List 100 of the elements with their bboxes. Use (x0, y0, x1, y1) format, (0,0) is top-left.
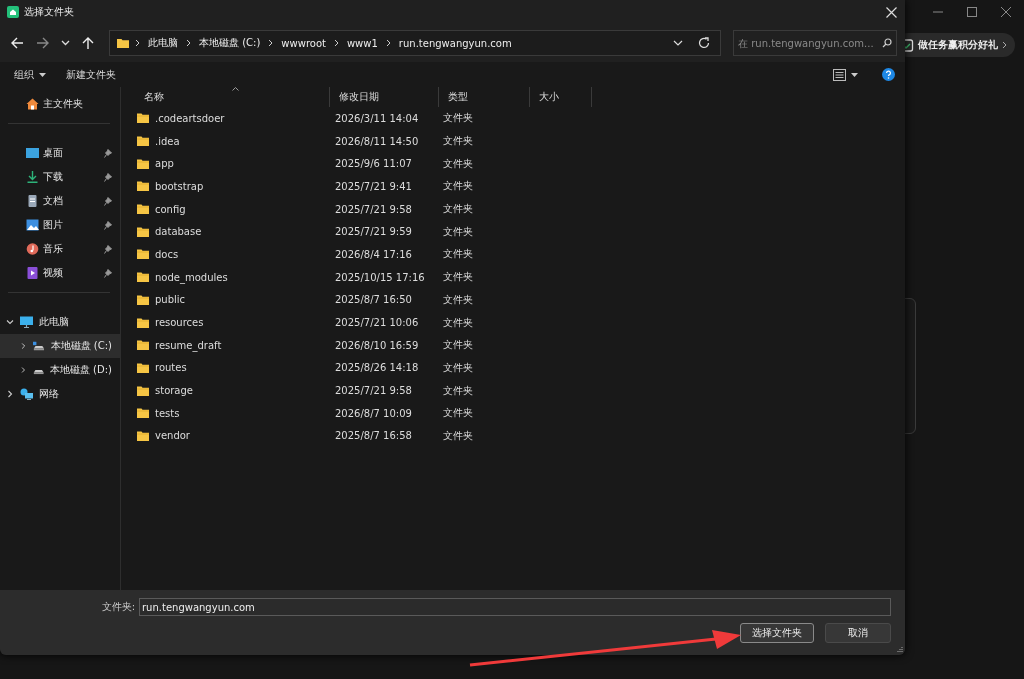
quick-access-item[interactable]: 桌面 (0, 141, 120, 165)
new-folder-button[interactable]: 新建文件夹 (58, 65, 124, 84)
tree-item[interactable]: 本地磁盘 (C:) (0, 334, 120, 358)
chevron-icon (384, 39, 392, 47)
folder-icon (137, 181, 149, 192)
folder-name-field[interactable]: run.tengwangyun.com (139, 598, 891, 616)
pin-icon[interactable] (104, 220, 112, 230)
file-name: routes (155, 362, 187, 374)
file-row[interactable]: database 2025/7/21 9:59 文件夹 (135, 220, 905, 244)
date-cell: 2026/8/10 16:59 (335, 339, 419, 351)
expander-icon[interactable] (20, 366, 27, 374)
computer-icon (20, 316, 33, 328)
pin-icon[interactable] (104, 244, 112, 254)
file-row[interactable]: docs 2026/8/4 17:16 文件夹 (135, 243, 905, 266)
chevron-icon (267, 39, 275, 47)
folder-icon (137, 294, 149, 305)
expander-icon[interactable] (6, 390, 14, 398)
address-bar[interactable]: 此电脑 本地磁盘 (C:) wwwroot www1 run.tengwangyun.com (109, 30, 721, 56)
date-cell: 2025/8/7 16:58 (335, 430, 412, 442)
file-row[interactable]: public 2025/8/7 16:50 文件夹 (135, 288, 905, 312)
file-name: config (155, 203, 186, 215)
chevron-icon (185, 39, 192, 47)
breadcrumb[interactable]: wwwroot (279, 37, 328, 49)
network-icon (20, 388, 33, 400)
tree-item[interactable]: 本地磁盘 (D:) (0, 358, 120, 382)
file-row[interactable]: .idea 2026/8/11 14:50 文件夹 (135, 129, 905, 153)
file-name: .codeartsdoer (155, 112, 225, 124)
maximize-icon[interactable] (967, 7, 977, 17)
help-icon[interactable] (882, 68, 895, 81)
column-header[interactable]: 修改日期 (329, 87, 439, 107)
resize-grip-icon[interactable] (896, 646, 903, 653)
date-cell: 2026/3/11 14:04 (335, 112, 419, 124)
caret-icon (39, 72, 46, 77)
pin-icon[interactable] (104, 172, 112, 182)
recent-locations-icon[interactable] (61, 40, 70, 46)
file-row[interactable]: resources 2025/7/21 10:06 文件夹 (135, 311, 905, 334)
file-row[interactable]: config 2025/7/21 9:58 文件夹 (135, 197, 905, 221)
quick-access-item[interactable]: 文档 (0, 189, 120, 213)
file-name: resources (155, 317, 204, 329)
date-cell: 2025/7/21 9:41 (335, 180, 412, 192)
column-header[interactable]: 大小 (530, 87, 592, 107)
breadcrumb[interactable]: 此电脑 (146, 36, 180, 50)
desktop-icon (26, 147, 39, 159)
type-cell: 文件夹 (443, 156, 473, 171)
close-icon[interactable] (1001, 7, 1011, 17)
file-name: vendor (155, 430, 190, 442)
select-folder-button[interactable]: 选择文件夹 (740, 623, 814, 643)
date-cell: 2025/7/21 9:58 (335, 203, 412, 215)
file-row[interactable]: storage 2025/7/21 9:58 文件夹 (135, 379, 905, 402)
app-icon (7, 6, 19, 18)
file-row[interactable]: node_modules 2025/10/15 17:16 文件夹 (135, 265, 905, 289)
file-row[interactable]: routes 2025/8/26 14:18 文件夹 (135, 356, 905, 380)
expander-icon[interactable] (20, 342, 27, 350)
quick-access-item[interactable]: 视频 (0, 261, 120, 285)
dropdown-icon[interactable] (673, 40, 683, 46)
file-row[interactable]: tests 2026/8/7 10:09 文件夹 (135, 401, 905, 425)
expander-icon[interactable] (6, 318, 14, 326)
quick-access-item[interactable]: 下载 (0, 165, 120, 189)
file-name: storage (155, 385, 193, 397)
pin-icon[interactable] (104, 268, 112, 278)
file-name: tests (155, 407, 180, 419)
date-cell: 2025/9/6 11:07 (335, 158, 412, 170)
date-cell: 2025/8/26 14:18 (335, 362, 419, 374)
date-cell: 2025/7/21 9:59 (335, 226, 412, 238)
column-header[interactable]: 名称 (135, 87, 329, 107)
file-row[interactable]: resume_draft 2026/8/10 16:59 文件夹 (135, 333, 905, 357)
folder-icon (137, 430, 149, 441)
home-item[interactable]: 主文件夹 (0, 92, 120, 116)
forward-icon[interactable] (36, 37, 49, 49)
breadcrumb[interactable]: www1 (344, 37, 380, 49)
breadcrumb[interactable]: 本地磁盘 (C:) (197, 36, 263, 50)
cancel-button[interactable]: 取消 (825, 623, 891, 643)
back-icon[interactable] (11, 37, 24, 49)
date-cell: 2025/7/21 10:06 (335, 317, 419, 329)
type-cell: 文件夹 (443, 202, 473, 217)
download-icon (26, 171, 39, 183)
type-cell: 文件夹 (443, 428, 473, 443)
file-row[interactable]: app 2025/9/6 11:07 文件夹 (135, 152, 905, 176)
breadcrumb[interactable]: run.tengwangyun.com (396, 37, 514, 49)
pin-icon[interactable] (104, 196, 112, 206)
quick-access-item[interactable]: 音乐 (0, 237, 120, 261)
tree-item[interactable]: 此电脑 (0, 310, 120, 334)
music-icon (26, 243, 39, 255)
pin-icon[interactable] (104, 148, 112, 158)
file-name: bootstrap (155, 180, 204, 192)
type-cell: 文件夹 (443, 179, 473, 194)
file-row[interactable]: vendor 2025/8/7 16:58 文件夹 (135, 424, 905, 448)
file-row[interactable]: .codeartsdoer 2026/3/11 14:04 文件夹 (135, 107, 905, 130)
file-row[interactable]: bootstrap 2025/7/21 9:41 文件夹 (135, 175, 905, 198)
picture-icon (26, 219, 39, 231)
refresh-icon[interactable] (698, 37, 710, 49)
tree-item[interactable]: 网络 (0, 382, 120, 406)
type-cell: 文件夹 (443, 360, 473, 375)
column-header[interactable]: 类型 (439, 87, 530, 107)
search-field[interactable]: 在 run.tengwangyun.com... (733, 30, 897, 56)
organize-menu[interactable]: 组织 (6, 65, 54, 84)
up-icon[interactable] (82, 36, 94, 50)
search-icon (882, 38, 892, 48)
home-icon (26, 98, 39, 110)
quick-access-item[interactable]: 图片 (0, 213, 120, 237)
